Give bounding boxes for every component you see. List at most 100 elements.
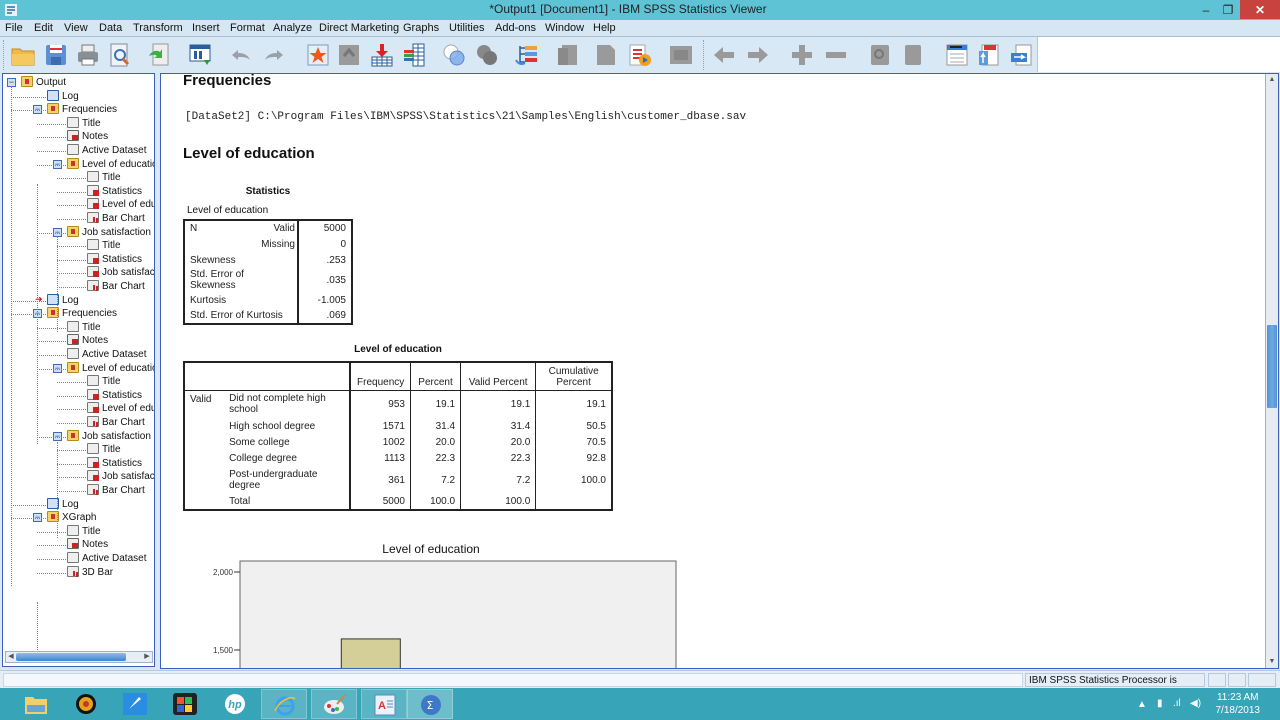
recall-dialog-icon[interactable] [187, 42, 213, 68]
menu-data[interactable]: Data [99, 22, 122, 34]
insert-heading-icon[interactable] [944, 42, 970, 68]
outline-item[interactable]: Title [87, 443, 121, 456]
close-button[interactable]: ✕ [1240, 0, 1280, 19]
export-icon[interactable] [146, 42, 172, 68]
toolbar-grip[interactable] [3, 40, 6, 70]
undo-icon[interactable] [228, 42, 254, 68]
network-signal-icon[interactable]: .ıl [1173, 698, 1181, 709]
bar-2[interactable] [340, 638, 401, 669]
show-hidden-icons-icon[interactable]: ▲ [1137, 699, 1147, 710]
scroll-thumb[interactable] [1267, 324, 1277, 408]
scroll-down-icon[interactable]: ▼ [1266, 656, 1278, 668]
goto-variable-icon[interactable] [336, 42, 362, 68]
outline-item[interactable]: Job satisfact [87, 470, 154, 483]
outline-item[interactable]: Notes [67, 538, 108, 551]
taskbar-file-explorer[interactable] [13, 689, 59, 719]
clock[interactable]: 11:23 AM 7/18/2013 [1216, 691, 1261, 717]
promote-icon[interactable] [711, 42, 737, 68]
menu-file[interactable]: File [5, 22, 23, 34]
minimize-button[interactable]: – [1196, 0, 1216, 20]
insert-text-icon[interactable] [593, 42, 619, 68]
dataset-log-line[interactable]: [DataSet2] C:\Program Files\IBM\SPSS\Sta… [185, 111, 746, 123]
outline-item[interactable]: Notes [67, 130, 108, 143]
outline-item[interactable]: Title [67, 524, 101, 538]
menu-analyze[interactable]: Analyze [273, 22, 312, 34]
outline-item[interactable]: Statistics [87, 252, 142, 266]
show-icon[interactable] [867, 42, 893, 68]
frequencies-heading[interactable]: Frequencies [183, 74, 271, 89]
expand-icon[interactable] [789, 42, 815, 68]
volume-icon[interactable]: ◀) [1190, 698, 1201, 709]
run-script-icon[interactable] [627, 42, 653, 68]
outline-item[interactable]: Bar Chart [87, 416, 145, 429]
menu-insert[interactable]: Insert [192, 22, 220, 34]
frequency-table[interactable]: Frequency Percent Valid Percent Cumulati… [183, 361, 613, 511]
designate-window-icon[interactable] [555, 42, 581, 68]
taskbar-internet-explorer[interactable] [261, 689, 307, 719]
output-content-pane[interactable]: Frequencies [DataSet2] C:\Program Files\… [160, 73, 1279, 669]
demote-icon[interactable] [745, 42, 771, 68]
outline-item[interactable]: Title [87, 239, 121, 252]
outline-item[interactable]: Bar Chart [87, 280, 145, 293]
outline-item[interactable]: Notes [67, 334, 108, 347]
outline-item[interactable]: 3D Bar [67, 565, 113, 579]
outline-item[interactable]: Frequencies [47, 103, 117, 116]
outline-item[interactable]: Statistics [87, 456, 142, 470]
outline-item[interactable]: Statistics [87, 388, 142, 402]
collapse-icon[interactable] [823, 42, 849, 68]
goto-case-icon[interactable] [305, 42, 331, 68]
outline-item[interactable]: Active Dataset [67, 144, 146, 157]
redo-icon[interactable] [261, 42, 287, 68]
toolbar-grip[interactable] [703, 40, 706, 70]
menu-view[interactable]: View [64, 22, 88, 34]
outline-item[interactable]: Log [47, 293, 79, 307]
outline-item[interactable]: Log [47, 89, 79, 103]
hide-icon[interactable] [668, 42, 694, 68]
menu-help[interactable]: Help [593, 22, 616, 34]
scroll-up-icon[interactable]: ▲ [1266, 74, 1278, 86]
statistics-table[interactable]: N Valid 5000 Missing 0 Skewness .253 Std. Error… [183, 219, 353, 325]
outline-item[interactable]: Level of edu [87, 402, 154, 415]
insert-table-icon[interactable] [401, 42, 427, 68]
battery-icon[interactable]: ▮ [1157, 698, 1163, 709]
outline-item[interactable]: Title [67, 320, 101, 334]
menu-format[interactable]: Format [230, 22, 265, 34]
menu-transform[interactable]: Transform [133, 22, 183, 34]
menu-direct-marketing[interactable]: Direct Marketing [319, 22, 399, 34]
outline-pane[interactable]: Output − Log Frequencies − Title Notes Active D… [2, 73, 155, 667]
outline-item[interactable]: XGraph [47, 511, 96, 524]
taskbar-rocket-app[interactable] [112, 689, 158, 719]
outline-item[interactable]: Level of educatio [67, 157, 154, 171]
taskbar-puzzle-app[interactable] [162, 689, 208, 719]
outline-item[interactable]: Title [87, 171, 121, 184]
show-all-variables-icon[interactable] [474, 42, 500, 68]
taskbar-hp[interactable]: hp [212, 689, 258, 719]
variables-icon[interactable] [369, 42, 395, 68]
outline-item[interactable]: Title [87, 375, 121, 388]
outline-item[interactable]: Bar Chart [87, 212, 145, 225]
print-preview-icon[interactable] [107, 42, 133, 68]
level-of-education-title[interactable]: Level of education [183, 145, 315, 162]
outline-item[interactable]: Job satisfaction [67, 429, 151, 443]
content-vertical-scrollbar[interactable]: ▲ ▼ [1265, 74, 1278, 668]
insert-new-title-icon[interactable] [976, 42, 1002, 68]
taskbar-webcam[interactable] [63, 689, 109, 719]
menu-graphs[interactable]: Graphs [403, 22, 439, 34]
outline-item[interactable]: Level of edu [87, 198, 154, 211]
taskbar-wordpad[interactable]: A [361, 689, 407, 719]
restore-button[interactable]: ❐ [1218, 0, 1238, 20]
select-output-icon[interactable] [514, 42, 540, 68]
taskbar-paint[interactable] [311, 689, 357, 719]
outline-item[interactable]: Active Dataset [67, 348, 146, 361]
outline-item[interactable]: Statistics [87, 184, 142, 198]
menu-edit[interactable]: Edit [34, 22, 53, 34]
outline-item[interactable]: Title [67, 116, 101, 130]
outline-horizontal-scrollbar[interactable]: ◀ ▶ [5, 651, 153, 663]
print-icon[interactable] [75, 42, 101, 68]
hide-output-icon[interactable] [900, 42, 926, 68]
menu-window[interactable]: Window [545, 22, 584, 34]
open-icon[interactable] [10, 42, 36, 68]
use-variable-sets-icon[interactable] [441, 42, 467, 68]
menu-utilities[interactable]: Utilities [449, 22, 484, 34]
outline-item[interactable]: Job satisfaction [67, 225, 151, 239]
